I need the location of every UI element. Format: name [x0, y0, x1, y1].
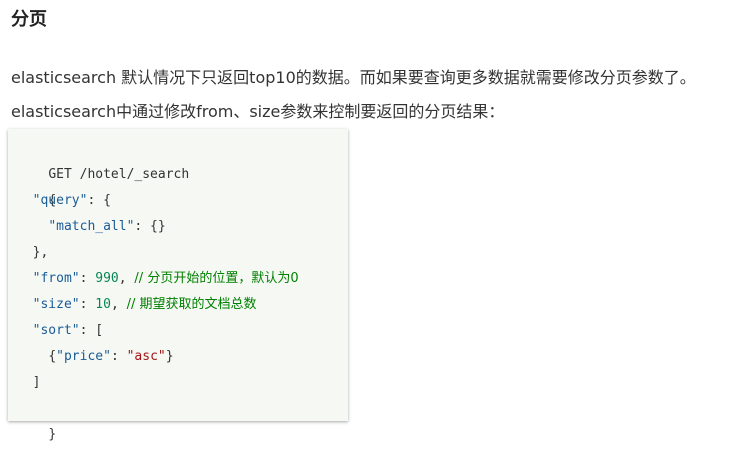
size-key: "size" — [32, 297, 80, 312]
from-key: "from" — [32, 271, 80, 286]
price-key: "price" — [56, 349, 111, 364]
from-comma: , — [118, 271, 135, 286]
code-line-query: "query": { — [17, 188, 348, 214]
query-key: "query" — [32, 193, 88, 208]
code-line-query-close: }, — [17, 240, 348, 266]
size-comma: , — [110, 297, 127, 312]
match-all-key: "match_all" — [48, 219, 135, 234]
code-line-sort-close: ] — [17, 370, 348, 396]
close-brace: } — [48, 427, 57, 442]
code-line-close-brace: } — [17, 396, 348, 442]
from-comment: // 分页开始的位置，默认为0 — [134, 271, 299, 286]
sort-close: ] — [32, 375, 41, 390]
size-colon: : — [79, 297, 96, 312]
intro-paragraph: elasticsearch 默认情况下只返回top10的数据。而如果要查询更多数… — [11, 68, 696, 87]
query-colon: : { — [87, 193, 111, 208]
price-colon: : — [110, 349, 127, 364]
size-value: 10 — [95, 297, 111, 312]
from-value: 990 — [95, 271, 119, 286]
code-line-size: "size": 10, // 期望获取的文档总数 — [17, 292, 348, 318]
price-value: "asc" — [126, 349, 166, 364]
section-heading: 分页 — [11, 9, 47, 30]
sort-key: "sort" — [32, 323, 80, 338]
code-line-sort: "sort": [ — [17, 318, 348, 344]
code-line-sort-item: {"price": "asc"} — [17, 344, 348, 370]
query-close: }, — [32, 245, 49, 260]
request-line: GET /hotel/_search — [48, 167, 190, 182]
sort-item-open: { — [48, 349, 57, 364]
code-line-request: GET /hotel/_search — [17, 136, 348, 182]
sort-colon: : [ — [79, 323, 104, 338]
code-block: GET /hotel/_search { "query": { "match_a… — [8, 129, 348, 442]
code-line-match-all: "match_all": {} — [17, 214, 348, 240]
code-line-from: "from": 990, // 分页开始的位置，默认为0 — [17, 266, 348, 292]
sort-item-close: } — [165, 349, 174, 364]
match-all-value: : {} — [134, 219, 166, 234]
pagination-paragraph: elasticsearch中通过修改from、size参数来控制要返回的分页结果… — [11, 102, 505, 121]
from-colon: : — [79, 271, 96, 286]
size-comment: // 期望获取的文档总数 — [126, 297, 257, 312]
